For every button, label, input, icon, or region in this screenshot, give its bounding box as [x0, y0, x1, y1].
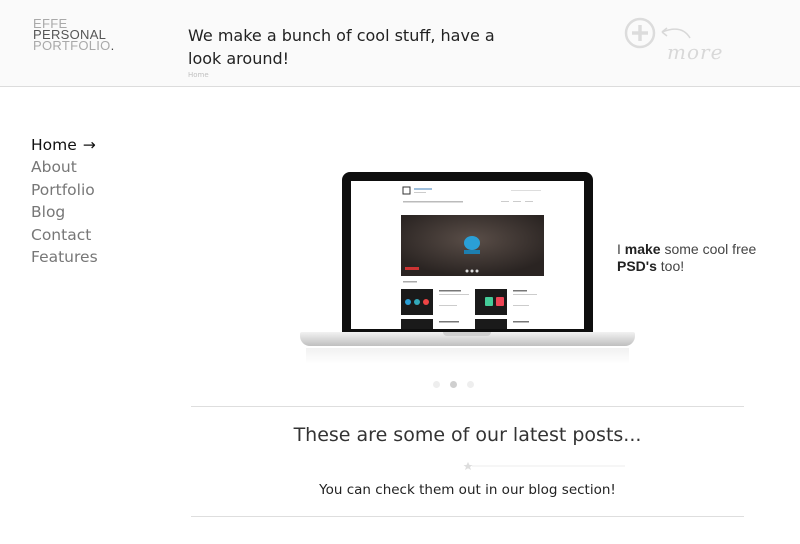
main-nav: Home → About Portfolio Blog Contact Featu… [31, 134, 98, 268]
right-arrow-icon: → [82, 136, 96, 154]
slider-dot-active[interactable] [450, 381, 457, 388]
slider-dot[interactable] [467, 381, 474, 388]
hero-laptop-image [300, 172, 635, 388]
website-preview-image [351, 181, 584, 329]
posts-section-subtitle: You can check them out in our blog secti… [319, 482, 616, 498]
more-button[interactable]: more [622, 16, 722, 68]
nav-item-portfolio[interactable]: Portfolio [31, 179, 98, 201]
promo-mid: some cool free [660, 241, 757, 257]
laptop-screen [351, 181, 584, 329]
breadcrumb[interactable]: Home [188, 71, 209, 79]
nav-item-about[interactable]: About [31, 156, 98, 178]
nav-item-home[interactable]: Home → [31, 134, 98, 156]
posts-section-title: These are some of our latest posts... [293, 424, 642, 446]
star-divider-icon [463, 462, 625, 470]
header-tagline: We make a bunch of cool stuff, have a lo… [188, 26, 495, 68]
nav-item-contact[interactable]: Contact [31, 224, 98, 246]
header: EFFE PERSONAL PORTFOLIO. We make a bunch… [0, 0, 800, 87]
site-logo[interactable]: EFFE PERSONAL PORTFOLIO. [33, 17, 115, 53]
slider-dot[interactable] [433, 381, 440, 388]
section-divider-bottom [191, 516, 744, 517]
promo-post: too! [656, 258, 685, 274]
logo-line-3-text: PORTFOLIO [33, 38, 111, 53]
section-divider-top [191, 406, 744, 407]
logo-line-3: PORTFOLIO. [33, 38, 115, 53]
more-label: more [667, 40, 724, 64]
laptop-notch [443, 332, 491, 336]
nav-item-label: Home [31, 136, 77, 154]
promo-bold-make: make [624, 241, 661, 257]
slider-pagination [433, 373, 484, 392]
nav-item-features[interactable]: Features [31, 246, 98, 268]
psd-promo-text: I make some cool free PSD's too! [617, 241, 757, 275]
promo-bold-psd: PSD's [617, 258, 657, 274]
logo-dot: . [110, 38, 115, 53]
laptop-screen-frame [342, 172, 593, 334]
laptop-reflection [306, 348, 629, 364]
nav-item-blog[interactable]: Blog [31, 201, 98, 223]
promo-pre: I [617, 241, 625, 257]
